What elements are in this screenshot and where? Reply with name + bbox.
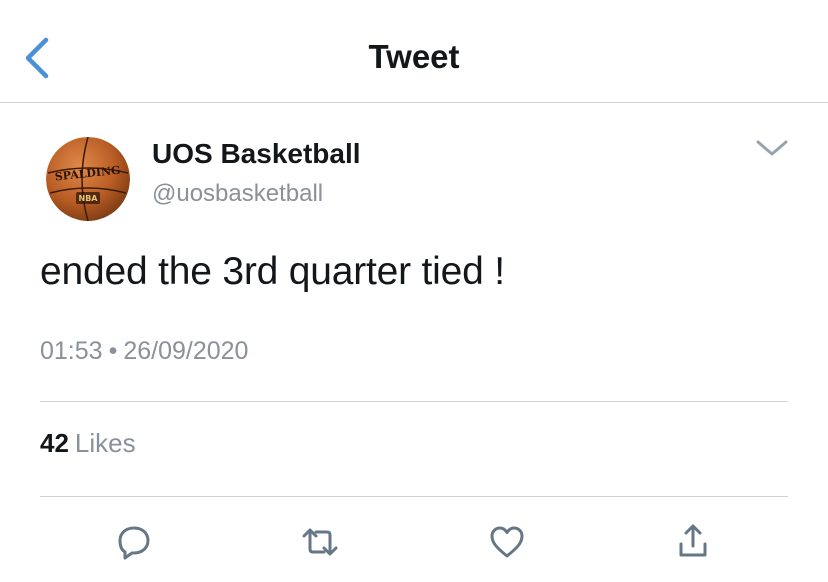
tweet-options-button[interactable] <box>752 132 792 164</box>
retweet-button[interactable] <box>296 518 344 566</box>
likes-label: Likes <box>74 428 136 458</box>
svg-text:NBA: NBA <box>79 194 99 203</box>
like-button[interactable] <box>483 518 531 566</box>
chevron-down-icon <box>756 140 788 156</box>
basketball-logo: SPALDING NBA <box>46 137 130 221</box>
author-handle[interactable]: @uosbasketball <box>152 180 323 208</box>
meta-separator: • <box>108 337 118 365</box>
reply-icon <box>118 526 150 560</box>
nav-header: Tweet <box>0 0 828 103</box>
divider <box>40 496 788 497</box>
likes-summary[interactable]: 42 Likes <box>40 428 136 459</box>
tweet-time: 01:53 <box>40 337 103 365</box>
tweet-detail-screen: Tweet SPALDING NBA UOS Basketball @uosba… <box>0 0 828 582</box>
likes-count: 42 <box>40 428 69 458</box>
tweet-date: 26/09/2020 <box>123 337 249 365</box>
page-title: Tweet <box>368 38 460 75</box>
avatar[interactable]: SPALDING NBA <box>46 137 130 221</box>
reply-button[interactable] <box>110 518 158 566</box>
retweet-icon <box>302 528 338 556</box>
tweet-text: ended the 3rd quarter tied ! <box>40 250 505 293</box>
tweet-timestamp: 01:53 • 26/09/2020 <box>40 337 248 366</box>
share-icon <box>679 524 707 557</box>
like-icon <box>490 526 524 558</box>
author-display-name[interactable]: UOS Basketball <box>152 138 361 170</box>
share-button[interactable] <box>669 518 717 566</box>
divider <box>40 401 788 402</box>
